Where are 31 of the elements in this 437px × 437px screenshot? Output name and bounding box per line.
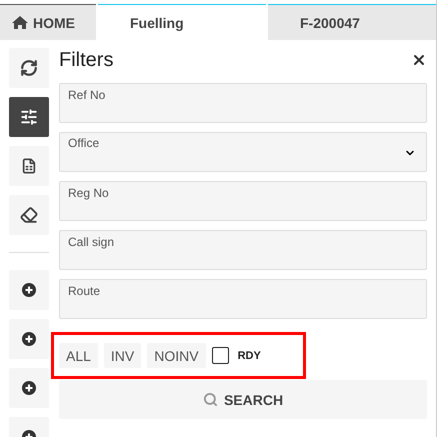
input-field[interactable]: Reg No	[59, 181, 427, 221]
search-icon	[202, 392, 218, 407]
tab[interactable]: F-200047	[268, 4, 436, 40]
add-button[interactable]	[9, 270, 49, 310]
checkbox-label: RDY	[238, 350, 261, 362]
add-button[interactable]	[9, 319, 49, 359]
eraser-icon	[20, 206, 38, 224]
add-button[interactable]	[9, 368, 49, 408]
input-field[interactable]: Call sign	[59, 230, 427, 270]
search-button[interactable]: SEARCH	[59, 380, 427, 419]
spreadsheet-button[interactable]	[9, 146, 49, 186]
office-dropdown[interactable]: Office	[59, 132, 427, 172]
spreadsheet-icon	[21, 158, 37, 174]
checkbox[interactable]	[212, 347, 229, 364]
filter-toggle[interactable]: ALL	[59, 343, 98, 368]
sliders-icon	[20, 108, 38, 126]
panel-title: Filters	[59, 48, 114, 72]
home-icon	[12, 16, 28, 29]
eraser-button[interactable]	[9, 195, 49, 235]
input-field[interactable]: Route	[59, 279, 427, 319]
filter-toggle[interactable]: INV	[104, 343, 142, 368]
filter-toggle[interactable]: NOINV	[147, 343, 206, 368]
plus-circle-icon	[22, 283, 36, 297]
plus-circle-icon	[22, 332, 36, 346]
close-button[interactable]	[411, 52, 427, 68]
input-field[interactable]: Ref No	[59, 83, 427, 123]
refresh-button[interactable]	[9, 48, 49, 88]
plus-circle-icon	[22, 381, 36, 395]
filters-button[interactable]	[9, 97, 49, 137]
refresh-icon	[20, 59, 38, 77]
tab[interactable]: HOME	[0, 4, 96, 40]
